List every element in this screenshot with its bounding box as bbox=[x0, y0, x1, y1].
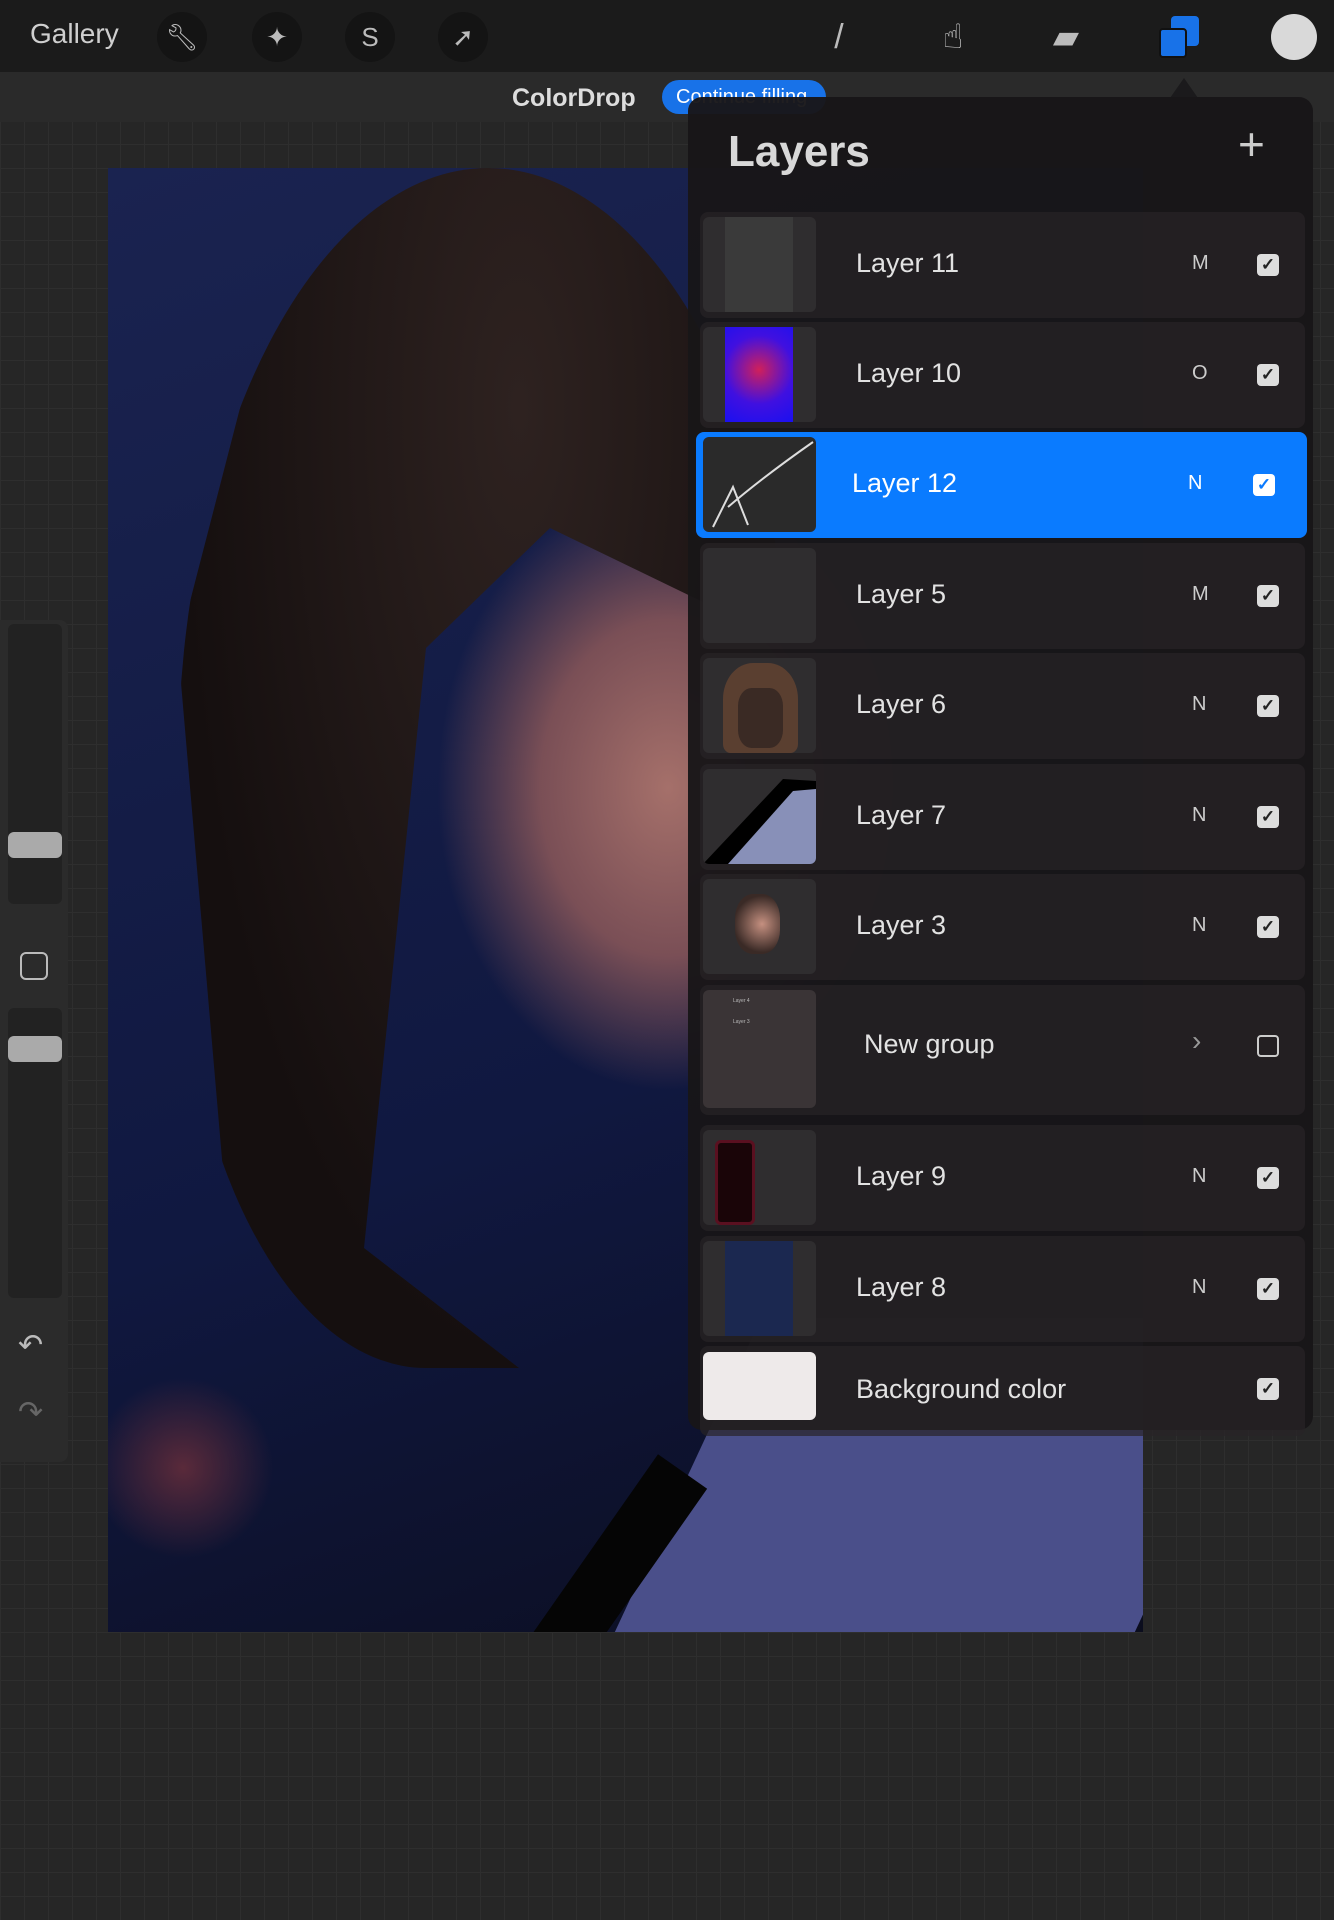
visibility-checkbox[interactable]: ✓ bbox=[1257, 254, 1279, 276]
layer-row[interactable]: Layer 10 O ✓ bbox=[700, 322, 1305, 428]
layer-thumbnail bbox=[703, 548, 816, 643]
chevron-right-icon[interactable]: › bbox=[1192, 1025, 1201, 1057]
visibility-checkbox[interactable]: ✓ bbox=[1257, 1278, 1279, 1300]
visibility-checkbox[interactable]: ✓ bbox=[1257, 364, 1279, 386]
visibility-checkbox[interactable]: ✓ bbox=[1257, 1378, 1279, 1400]
layer-name: Layer 10 bbox=[856, 358, 962, 388]
group-child-name: Layer 4 bbox=[733, 998, 750, 1004]
left-sidebar: ↶ ↷ bbox=[0, 620, 68, 1462]
colordrop-label: ColorDrop bbox=[512, 84, 636, 112]
group-child-name: Layer 3 bbox=[733, 1019, 750, 1025]
visibility-checkbox[interactable]: ✓ bbox=[1253, 474, 1275, 496]
visibility-checkbox[interactable]: ✓ bbox=[1257, 916, 1279, 938]
layer-name: Layer 9 bbox=[856, 1161, 947, 1191]
blend-mode[interactable]: N bbox=[1192, 693, 1206, 716]
transform-arrow-icon[interactable]: ➚ bbox=[438, 12, 488, 62]
eraser-icon[interactable]: ▰ bbox=[1043, 14, 1089, 60]
layer-thumbnail bbox=[703, 1130, 816, 1225]
brush-icon[interactable]: / bbox=[816, 14, 862, 60]
background-color-row[interactable]: Background color ✓ bbox=[700, 1346, 1305, 1436]
blend-mode[interactable]: M bbox=[1192, 252, 1209, 275]
undo-icon[interactable]: ↶ bbox=[18, 1328, 43, 1363]
brush-size-slider[interactable] bbox=[8, 624, 62, 904]
layers-panel: Layers + Layer 11 M ✓ Layer 10 O ✓ Layer… bbox=[688, 97, 1313, 1436]
layer-name: Layer 12 bbox=[852, 468, 958, 498]
blend-mode[interactable]: N bbox=[1188, 472, 1202, 495]
visibility-checkbox[interactable]: ✓ bbox=[1257, 806, 1279, 828]
layer-name: Layer 7 bbox=[856, 800, 947, 830]
layer-row[interactable]: Layer 9 N ✓ bbox=[700, 1125, 1305, 1231]
group-name: New group bbox=[864, 1029, 995, 1059]
visibility-checkbox[interactable]: ✓ bbox=[1257, 585, 1279, 607]
layer-row-selected[interactable]: Layer 12 N ✓ bbox=[696, 432, 1307, 538]
redo-icon[interactable]: ↷ bbox=[18, 1395, 43, 1430]
color-swatch[interactable] bbox=[1271, 14, 1317, 60]
panel-title: Layers bbox=[728, 127, 870, 176]
blend-mode[interactable]: N bbox=[1192, 1165, 1206, 1188]
layer-name: Layer 8 bbox=[856, 1272, 947, 1302]
layer-thumbnail bbox=[703, 658, 816, 753]
layer-thumbnail bbox=[703, 217, 816, 312]
panel-caret bbox=[1170, 78, 1198, 98]
layer-row[interactable]: Layer 7 N ✓ bbox=[700, 764, 1305, 870]
layer-row[interactable]: Layer 5 M ✓ bbox=[700, 543, 1305, 649]
layer-thumbnail bbox=[703, 879, 816, 974]
blend-mode[interactable]: M bbox=[1192, 583, 1209, 606]
blend-mode[interactable]: N bbox=[1192, 1276, 1206, 1299]
gallery-button[interactable]: Gallery bbox=[30, 18, 119, 50]
magic-wand-icon[interactable]: ✦ bbox=[252, 12, 302, 62]
group-row[interactable]: Layer 4 Layer 3 New group › bbox=[700, 985, 1305, 1115]
layers-icon[interactable] bbox=[1156, 14, 1202, 60]
layer-name: Layer 6 bbox=[856, 689, 947, 719]
add-layer-button[interactable]: + bbox=[1238, 117, 1265, 171]
background-color-swatch[interactable] bbox=[703, 1352, 816, 1420]
group-thumbnail: Layer 4 Layer 3 bbox=[703, 990, 816, 1108]
visibility-checkbox[interactable]: ✓ bbox=[1257, 1167, 1279, 1189]
brush-size-thumb[interactable] bbox=[8, 832, 62, 858]
layer-name: Layer 5 bbox=[856, 579, 947, 609]
modify-button[interactable] bbox=[20, 952, 48, 980]
selection-icon[interactable]: S bbox=[345, 12, 395, 62]
layer-name: Layer 11 bbox=[856, 248, 960, 278]
layer-thumbnail bbox=[703, 1241, 816, 1336]
visibility-checkbox[interactable]: ✓ bbox=[1257, 695, 1279, 717]
layer-thumbnail bbox=[703, 769, 816, 864]
layer-row[interactable]: Layer 6 N ✓ bbox=[700, 653, 1305, 759]
wrench-icon[interactable]: 🔧︎ bbox=[157, 12, 207, 62]
layer-name: Layer 3 bbox=[856, 910, 947, 940]
blend-mode[interactable]: N bbox=[1192, 804, 1206, 827]
layer-row[interactable]: Layer 3 N ✓ bbox=[700, 874, 1305, 980]
blend-mode[interactable]: N bbox=[1192, 914, 1206, 937]
blend-mode[interactable]: O bbox=[1192, 362, 1208, 385]
visibility-checkbox[interactable] bbox=[1257, 1035, 1279, 1057]
layer-thumbnail bbox=[703, 327, 816, 422]
layer-name: Background color bbox=[856, 1374, 1067, 1404]
top-toolbar: Gallery 🔧︎ ✦ S ➚ / ☝︎ ▰ bbox=[0, 0, 1334, 72]
layer-thumbnail bbox=[703, 437, 816, 532]
opacity-thumb[interactable] bbox=[8, 1036, 62, 1062]
layer-row[interactable]: Layer 11 M ✓ bbox=[700, 212, 1305, 318]
layer-row[interactable]: Layer 8 N ✓ bbox=[700, 1236, 1305, 1342]
smudge-icon[interactable]: ☝︎ bbox=[930, 14, 976, 60]
